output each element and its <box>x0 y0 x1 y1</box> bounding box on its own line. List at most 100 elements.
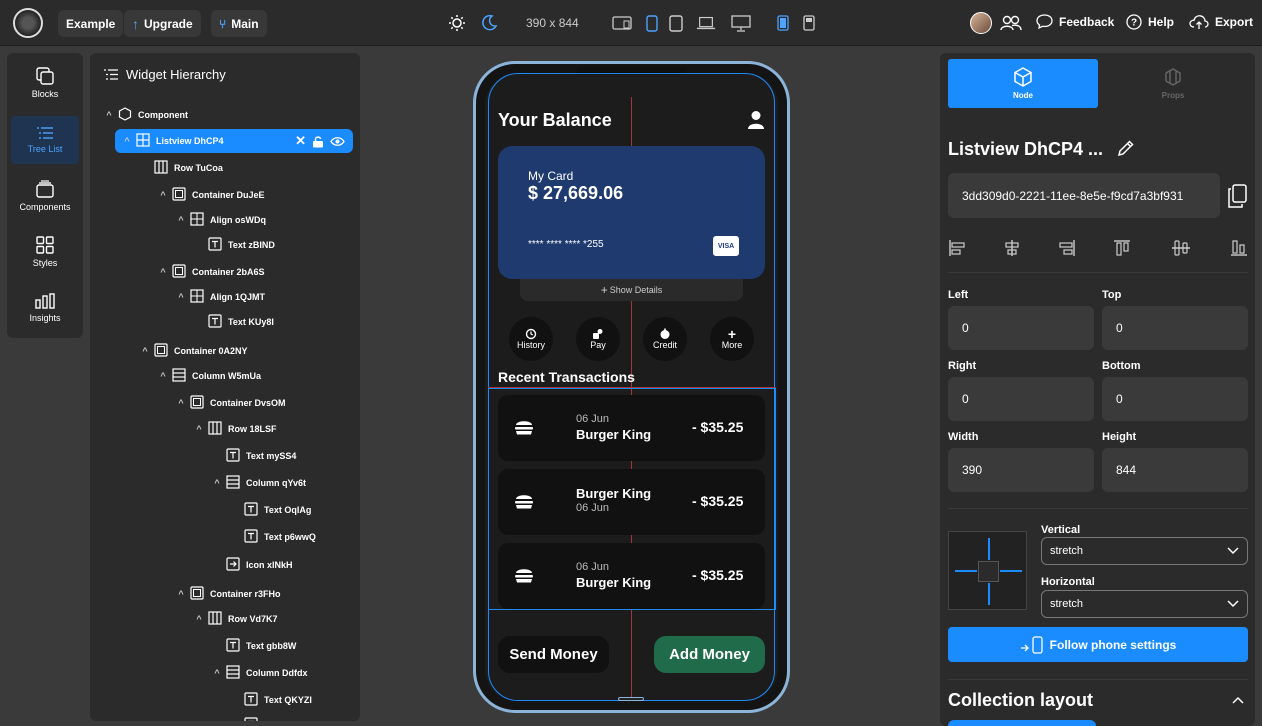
tree-row[interactable]: Text ... <box>90 713 360 721</box>
widget-id-field[interactable]: 3dd309d0-2221-11ee-8e5e-f9cd7a3bf931 <box>948 173 1220 218</box>
expand-caret-icon[interactable]: ^ <box>212 478 222 488</box>
height-input[interactable]: 844 <box>1102 448 1248 492</box>
tree-row[interactable]: ^ Container r3FHo <box>90 582 360 606</box>
constraint-left-line[interactable] <box>955 570 977 572</box>
tree-row[interactable]: ^ Column Ddfdx <box>90 661 360 685</box>
transaction-row[interactable]: Burger King 06 Jun - $35.25 <box>498 469 765 535</box>
branch-button[interactable]: ⑂ Main <box>211 10 267 37</box>
expand-caret-icon[interactable]: ^ <box>158 371 168 381</box>
close-icon[interactable]: ✕ <box>295 133 306 149</box>
feedback-button[interactable]: Feedback <box>1036 14 1114 29</box>
right-input[interactable]: 0 <box>948 377 1094 421</box>
unlock-icon[interactable] <box>312 135 324 148</box>
eye-icon[interactable] <box>330 136 345 147</box>
project-name-button[interactable]: Example <box>58 10 124 37</box>
tablet-icon[interactable] <box>666 13 686 33</box>
expand-caret-icon[interactable]: ^ <box>158 190 168 200</box>
export-button[interactable]: Export <box>1189 14 1253 30</box>
laptop-icon[interactable] <box>696 13 716 33</box>
transaction-row[interactable]: 06 Jun Burger King - $35.25 <box>498 543 765 609</box>
send-money-button[interactable]: Send Money <box>498 636 609 673</box>
tree-row[interactable]: Text OqIAg <box>90 498 360 522</box>
horizontal-select[interactable]: stretch <box>1041 590 1248 618</box>
expand-caret-icon[interactable]: ^ <box>176 215 186 225</box>
tree-row[interactable]: Icon xlNkH <box>90 553 360 577</box>
tree-row[interactable]: ^ Container DvsOM <box>90 391 360 415</box>
tree-row[interactable]: ^ Container DuJeE <box>90 183 360 207</box>
width-input[interactable]: 390 <box>948 448 1094 492</box>
app-logo[interactable] <box>13 8 43 38</box>
rail-item-components[interactable]: Components <box>11 172 79 220</box>
card[interactable]: My Card $ 27,669.06 **** **** **** *255 … <box>498 146 765 279</box>
tree-row[interactable]: ^ Row 18LSF <box>90 417 360 441</box>
constraint-top-line[interactable] <box>988 538 990 560</box>
rail-item-insights[interactable]: Insights <box>11 284 79 332</box>
edit-pencil-icon[interactable] <box>1117 139 1135 157</box>
constraint-widget[interactable] <box>948 531 1027 610</box>
tree-row[interactable]: ^ Column W5mUa <box>90 364 360 388</box>
bottom-input[interactable]: 0 <box>1102 377 1248 421</box>
phone-icon[interactable] <box>642 13 662 33</box>
add-money-button[interactable]: Add Money <box>654 636 765 673</box>
action-more[interactable]: + More <box>710 317 754 361</box>
expand-caret-icon[interactable]: ^ <box>158 267 168 277</box>
users-icon[interactable] <box>999 13 1023 33</box>
collection-layout-header[interactable]: Collection layout <box>948 690 1248 712</box>
row-actions: ✕ <box>295 133 353 149</box>
profile-icon[interactable] <box>747 110 765 130</box>
transaction-row[interactable]: 06 Jun Burger King - $35.25 <box>498 395 765 461</box>
show-details-button[interactable]: + Show Details <box>520 279 743 301</box>
tree-row[interactable]: ^ Component <box>90 103 360 127</box>
follow-phone-settings-button[interactable]: Follow phone settings <box>948 627 1248 662</box>
moon-icon[interactable] <box>479 13 499 33</box>
expand-caret-icon[interactable]: ^ <box>176 292 186 302</box>
tree-row[interactable]: Text KUy8I <box>90 310 360 334</box>
desktop-icon[interactable] <box>731 13 751 33</box>
help-button[interactable]: ? Help <box>1126 14 1174 30</box>
landscape-orientation-icon[interactable] <box>799 13 819 33</box>
tree-row[interactable]: ^ Container 2bA6S <box>90 260 360 284</box>
expand-caret-icon[interactable]: ^ <box>194 614 204 624</box>
tree-row[interactable]: Text gbb8W <box>90 634 360 658</box>
expand-caret-icon[interactable]: ^ <box>176 589 186 599</box>
expand-caret-icon[interactable]: ^ <box>176 398 186 408</box>
expand-caret-icon[interactable]: ^ <box>140 346 150 356</box>
rail-item-blocks[interactable]: Blocks <box>11 59 79 107</box>
expand-caret-icon[interactable]: ^ <box>122 136 132 146</box>
vertical-select[interactable]: stretch <box>1041 537 1248 565</box>
tree-row[interactable]: ^ Row Vd7K7 <box>90 607 360 631</box>
expand-caret-icon[interactable]: ^ <box>212 668 222 678</box>
expand-caret-icon[interactable]: ^ <box>194 424 204 434</box>
tree-row[interactable]: Row TuCoa <box>90 156 360 180</box>
copy-icon[interactable] <box>1227 184 1247 208</box>
tree-row[interactable]: ^ Column qYv6t <box>90 471 360 495</box>
tree-row[interactable]: ^ Align osWDq <box>90 208 360 232</box>
top-input[interactable]: 0 <box>1102 306 1248 350</box>
rail-item-tree-list[interactable]: Tree List <box>11 116 79 164</box>
portrait-orientation-icon[interactable] <box>773 13 793 33</box>
transaction-merchant: Burger King <box>576 486 652 501</box>
tree-row[interactable]: Text QKYZI <box>90 688 360 712</box>
tree-row[interactable]: Text p6wwQ <box>90 525 360 549</box>
avatar[interactable] <box>970 12 992 34</box>
transaction-amount: - $35.25 <box>692 493 744 509</box>
left-input[interactable]: 0 <box>948 306 1094 350</box>
constraint-bottom-line[interactable] <box>988 583 990 605</box>
tree-row[interactable]: Text mySS4 <box>90 444 360 468</box>
tree-row-selected[interactable]: ^ Listview DhCP4 ✕ <box>115 129 353 153</box>
constraint-right-line[interactable] <box>1000 570 1022 572</box>
sun-icon[interactable] <box>447 13 467 33</box>
tree-row[interactable]: Text zBIND <box>90 233 360 257</box>
tree-row[interactable]: ^ Container 0A2NY <box>90 339 360 363</box>
expand-caret-icon[interactable]: ^ <box>104 110 114 120</box>
resize-handle[interactable] <box>618 697 644 701</box>
rail-item-styles[interactable]: Styles <box>11 228 79 276</box>
tree-row[interactable]: ^ Align 1QJMT <box>90 285 360 309</box>
action-pay[interactable]: Pay <box>576 317 620 361</box>
action-history[interactable]: History <box>509 317 553 361</box>
upgrade-button[interactable]: ↑ Upgrade <box>124 10 201 37</box>
tab-node[interactable]: Node <box>948 59 1098 108</box>
tablet-landscape-icon[interactable] <box>612 13 632 33</box>
tab-props[interactable]: Props <box>1098 59 1248 108</box>
action-credit[interactable]: Credit <box>643 317 687 361</box>
